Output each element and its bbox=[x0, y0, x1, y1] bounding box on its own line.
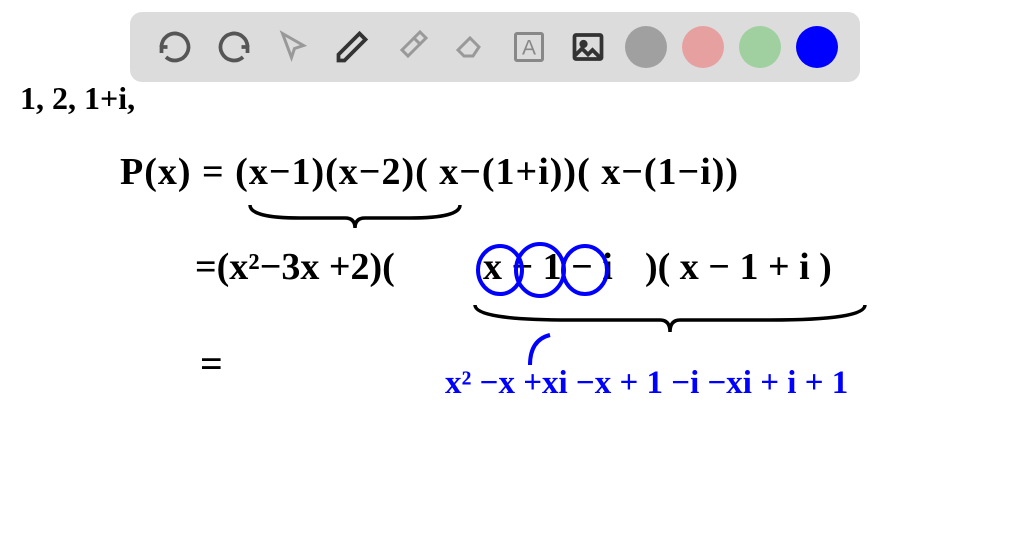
equation-line-1: P(x) = (x−1)(x−2)( x−(1+i))( x−(1−i)) bbox=[120, 150, 739, 194]
color-green[interactable] bbox=[739, 26, 781, 68]
equation-line-2c: )( x − 1 + i ) bbox=[645, 245, 832, 289]
color-gray[interactable] bbox=[625, 26, 667, 68]
equation-line-3-equals: = bbox=[200, 340, 223, 387]
underbrace-1 bbox=[245, 200, 465, 235]
svg-text:A: A bbox=[521, 37, 535, 60]
color-pink[interactable] bbox=[682, 26, 724, 68]
blue-circles bbox=[470, 240, 670, 300]
redo-button[interactable] bbox=[212, 25, 256, 69]
equation-line-2a: =(x²−3x +2)( bbox=[195, 245, 395, 289]
tools-button[interactable] bbox=[389, 25, 433, 69]
text-button[interactable]: A bbox=[507, 25, 551, 69]
drawing-canvas: 1, 2, 1+i, P(x) = (x−1)(x−2)( x−(1+i))( … bbox=[0, 0, 1024, 560]
image-button[interactable] bbox=[566, 25, 610, 69]
color-blue[interactable] bbox=[796, 26, 838, 68]
roots-text-black: 1, 2, 1+i, bbox=[20, 80, 135, 117]
drawing-toolbar: A bbox=[130, 12, 860, 82]
eraser-button[interactable] bbox=[448, 25, 492, 69]
underbrace-2 bbox=[470, 300, 870, 340]
undo-button[interactable] bbox=[153, 25, 197, 69]
equation-line-2b: x − 1 − i bbox=[483, 245, 613, 289]
pencil-button[interactable] bbox=[330, 25, 374, 69]
blue-arrow-icon bbox=[520, 330, 570, 380]
pointer-button[interactable] bbox=[271, 25, 315, 69]
equation-expansion-blue: x² −x +xi −x + 1 −i −xi + i + 1 bbox=[445, 365, 848, 402]
